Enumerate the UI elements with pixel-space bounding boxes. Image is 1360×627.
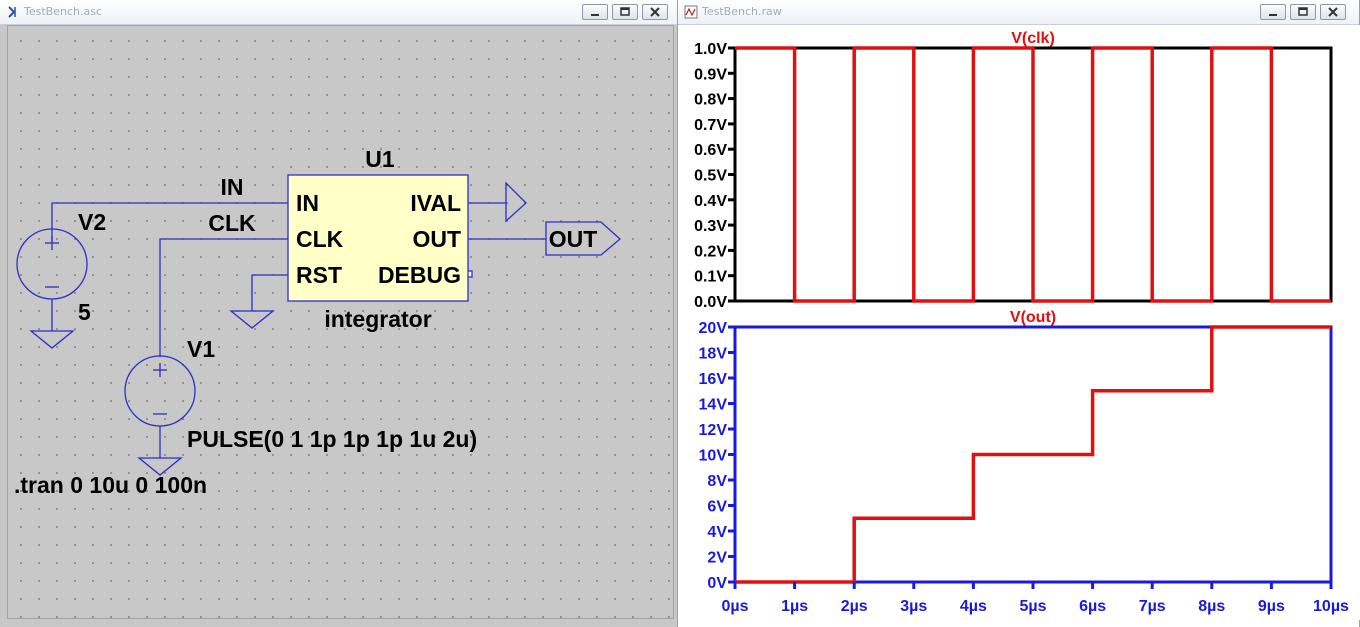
y-tick-label-clk: 0.9V bbox=[694, 66, 727, 83]
y-tick-label-clk: 0.0V bbox=[694, 294, 727, 311]
minimize-button[interactable] bbox=[1260, 4, 1286, 20]
v1-name[interactable]: V1 bbox=[187, 336, 215, 362]
waveform-plots: 1.0V 0.9V 0.8V 0.7V 0.6V 0.5V 0.4V 0.3V 0.2V 0.1V… bbox=[694, 30, 1349, 615]
restore-icon bbox=[1298, 7, 1308, 16]
pin-label-debug: DEBUG bbox=[378, 262, 461, 288]
net-label-clk[interactable]: CLK bbox=[208, 210, 256, 236]
ground-icon bbox=[229, 310, 275, 329]
y-tick-label-out: 10V bbox=[699, 448, 728, 465]
y-tick-label-out: 6V bbox=[707, 499, 727, 516]
pin-label-rst: RST bbox=[296, 262, 342, 288]
y-tick-label-clk: 0.8V bbox=[694, 92, 727, 109]
plot-area[interactable]: 1.0V 0.9V 0.8V 0.7V 0.6V 0.5V 0.4V 0.3V 0.2V 0.1V… bbox=[683, 25, 1360, 620]
y-tick-label-out: 16V bbox=[699, 371, 728, 388]
minimize-icon bbox=[1269, 14, 1277, 16]
trace-out bbox=[735, 325, 1331, 584]
x-tick-label-out: 4µs bbox=[960, 598, 987, 615]
waveform-titlebar: TestBench.raw bbox=[678, 0, 1359, 25]
close-icon bbox=[1328, 7, 1338, 17]
x-tick-label-out: 5µs bbox=[1019, 598, 1046, 615]
y-tick-label-clk: 0.1V bbox=[694, 269, 727, 286]
y-tick-label-out: 12V bbox=[699, 422, 728, 439]
trace-clk bbox=[735, 46, 1331, 303]
y-tick-label-clk: 0.2V bbox=[694, 243, 727, 260]
y-tick-label-out: 8V bbox=[707, 473, 727, 490]
waveform-viewer-icon bbox=[684, 5, 698, 19]
x-tick-label-out: 10µs bbox=[1313, 598, 1349, 615]
y-tick-label-clk: 0.3V bbox=[694, 218, 727, 235]
y-tick-label-out: 20V bbox=[699, 320, 728, 337]
pin-label-clk: CLK bbox=[296, 226, 344, 252]
trace-title-clk: V(clk) bbox=[1011, 30, 1055, 47]
y-tick-label-clk: 0.6V bbox=[694, 142, 727, 159]
out-port-label: OUT bbox=[549, 226, 598, 252]
wire-clk[interactable] bbox=[159, 238, 288, 357]
schematic-drawing: U1 integrator IN CLK RST IVAL OUT DEBUG … bbox=[14, 146, 621, 498]
x-tick-label-out: 1µs bbox=[781, 598, 808, 615]
ground-icon bbox=[29, 330, 75, 349]
schematic-window: TestBench.asc U1 integrator IN CLK RST I… bbox=[0, 0, 678, 627]
pin-label-ival: IVAL bbox=[410, 190, 461, 216]
x-tick-label-out: 8µs bbox=[1198, 598, 1225, 615]
ival-output-flag-icon bbox=[505, 181, 527, 223]
x-tick-label-out: 2µs bbox=[841, 598, 868, 615]
tran-directive[interactable]: .tran 0 10u 0 100n bbox=[14, 472, 207, 498]
v1-value[interactable]: PULSE(0 1 1p 1p 1p 1u 2u) bbox=[187, 426, 477, 452]
trace-title-out: V(out) bbox=[1010, 309, 1056, 326]
y-tick-label-out: 0V bbox=[707, 575, 727, 592]
component-name: U1 bbox=[365, 146, 395, 172]
pin-label-out: OUT bbox=[412, 226, 461, 252]
y-tick-label-out: 2V bbox=[707, 550, 727, 567]
component-type: integrator bbox=[324, 306, 431, 332]
v2-value[interactable]: 5 bbox=[78, 299, 91, 325]
x-tick-label-out: 6µs bbox=[1079, 598, 1106, 615]
y-tick-label-clk: 0.5V bbox=[694, 168, 727, 185]
y-tick-label-clk: 0.7V bbox=[694, 117, 727, 134]
waveform-window-title: TestBench.raw bbox=[702, 5, 782, 18]
x-tick-label-out: 0µs bbox=[721, 598, 748, 615]
net-label-in[interactable]: IN bbox=[221, 174, 244, 200]
x-tick-label-out: 7µs bbox=[1139, 598, 1166, 615]
y-tick-label-clk: 0.4V bbox=[694, 193, 727, 210]
y-tick-label-out: 18V bbox=[699, 346, 728, 363]
x-tick-label-out: 9µs bbox=[1258, 598, 1285, 615]
v2-name[interactable]: V2 bbox=[78, 209, 106, 235]
y-tick-label-out: 14V bbox=[699, 397, 728, 414]
restore-button[interactable] bbox=[1290, 4, 1316, 20]
close-button[interactable] bbox=[1320, 4, 1346, 20]
y-tick-label-out: 4V bbox=[707, 524, 727, 541]
x-tick-label-out: 3µs bbox=[900, 598, 927, 615]
pin-label-in: IN bbox=[296, 190, 319, 216]
y-tick-label-clk: 1.0V bbox=[694, 41, 727, 58]
